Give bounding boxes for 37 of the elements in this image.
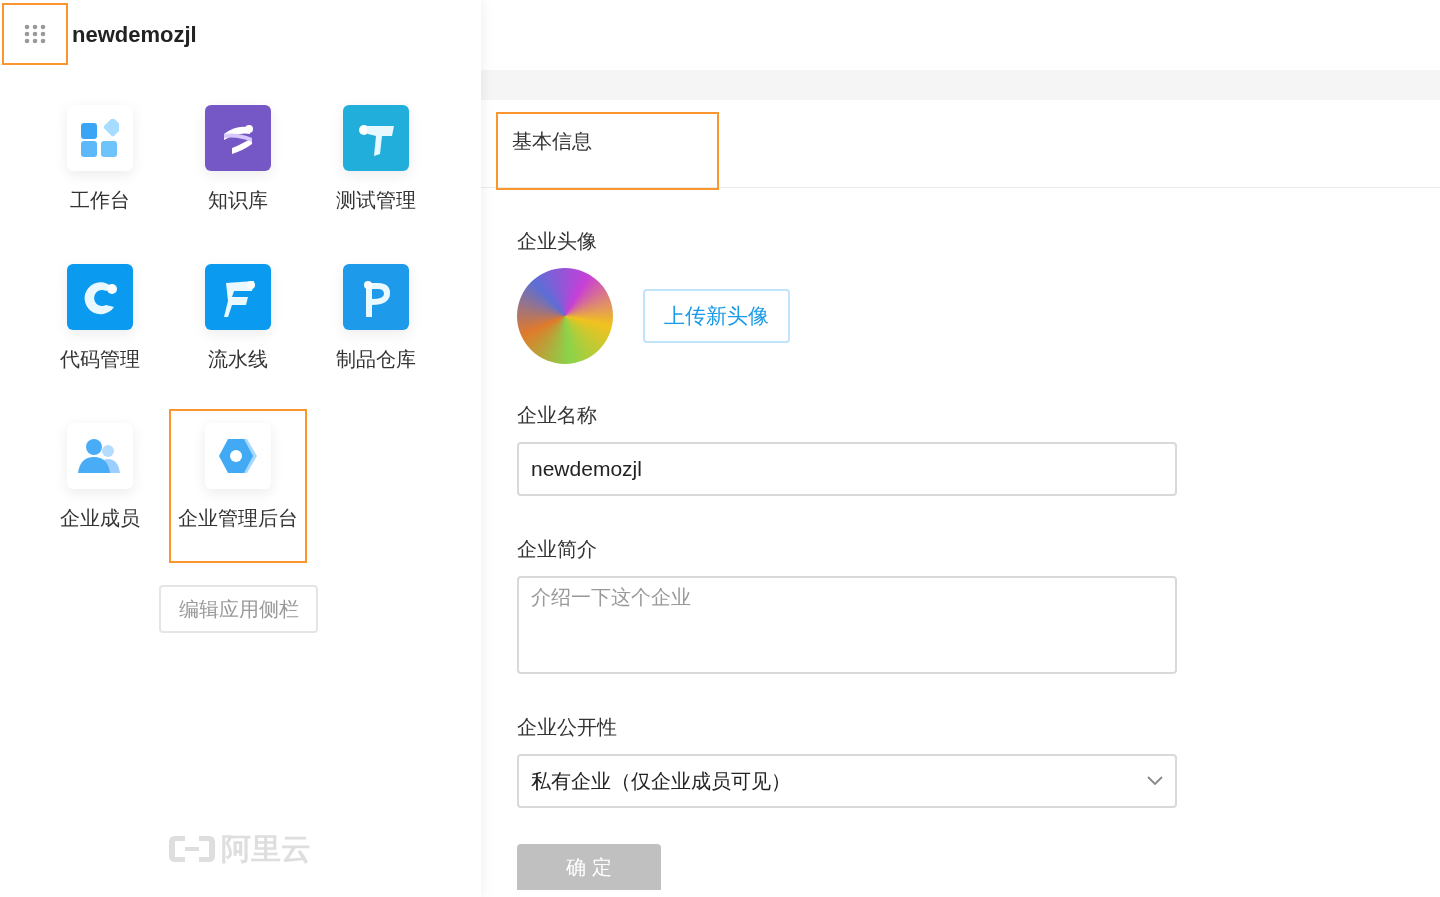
app-tile[interactable]: 企业成员 <box>31 409 169 563</box>
t-ribbon-app-icon <box>343 105 409 171</box>
s-ribbon-app-icon <box>205 105 271 171</box>
app-label: 测试管理 <box>336 188 416 213</box>
app-tile[interactable]: 流水线 <box>169 250 307 404</box>
intro-textarea-field[interactable]: 介绍一下这个企业 <box>517 576 1177 674</box>
people-app-icon <box>67 423 133 489</box>
app-tile[interactable]: 测试管理 <box>307 91 445 245</box>
app-tile[interactable]: 代码管理 <box>31 250 169 404</box>
app-tile[interactable]: 制品仓库 <box>307 250 445 404</box>
field-label: 企业名称 <box>517 403 598 428</box>
app-label: 企业成员 <box>60 506 140 531</box>
org-name: newdemozjl <box>72 20 197 49</box>
app-label: 制品仓库 <box>336 347 416 372</box>
app-menu-button[interactable] <box>2 3 68 65</box>
chevron-down-icon <box>1147 776 1163 786</box>
f-ribbon-app-icon <box>205 264 271 330</box>
app-label: 知识库 <box>208 188 268 213</box>
app-label: 企业管理后台 <box>178 506 298 531</box>
name-input-field[interactable]: newdemozjl <box>517 442 1177 496</box>
dots-grid-icon <box>24 24 46 44</box>
app-tile[interactable]: 企业管理后台 <box>169 409 307 563</box>
visibility-select[interactable]: 私有企业（仅企业成员可见） <box>517 754 1177 808</box>
app-tile[interactable]: 知识库 <box>169 91 307 245</box>
field-label: 企业公开性 <box>517 715 618 740</box>
nut-app-icon <box>205 423 271 489</box>
grid-app-icon <box>67 105 133 171</box>
p-ribbon-app-icon <box>343 264 409 330</box>
field-label: 企业简介 <box>517 537 598 562</box>
app-label: 流水线 <box>208 347 268 372</box>
app-label: 工作台 <box>70 188 130 213</box>
bracket-logo-icon <box>166 833 217 864</box>
app-label: 代码管理 <box>60 347 140 372</box>
app-tile[interactable]: 工作台 <box>31 91 169 245</box>
field-label: 企业头像 <box>517 229 598 254</box>
c-ribbon-app-icon <box>67 264 133 330</box>
tab[interactable]: 基本信息 <box>496 112 719 190</box>
